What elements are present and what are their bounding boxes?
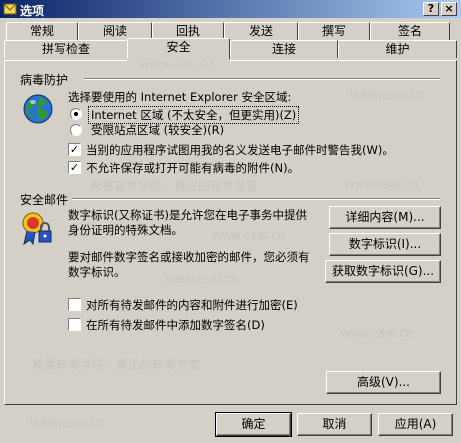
title-bar: 选项 ? × — [0, 0, 461, 18]
close-button[interactable]: × — [441, 2, 457, 16]
get-digital-id-button[interactable]: 获取数字标识(G)... — [325, 260, 441, 283]
tab-compose[interactable]: 撰写 — [298, 22, 370, 40]
virus-protection-heading: 病毒防护 — [20, 73, 69, 87]
restricted-zone-label[interactable]: 受限站点区域 (较安全)(R) — [91, 122, 224, 138]
cancel-button[interactable]: 取消 — [297, 413, 372, 436]
ok-button[interactable]: 确定 — [215, 412, 292, 437]
digital-id-button[interactable]: 数字标识(I)... — [329, 233, 441, 256]
tab-security[interactable]: 安全 — [127, 38, 230, 59]
internet-zone-radio[interactable] — [70, 108, 82, 120]
app-icon — [3, 3, 17, 15]
certificate-icon — [22, 212, 52, 246]
tab-maintenance[interactable]: 维护 — [338, 40, 457, 58]
window-title: 选项 — [20, 4, 45, 18]
warn-send-label[interactable]: 当别的应用程序试图用我的名义发送电子邮件时警告我(W)。 — [86, 142, 394, 158]
details-button[interactable]: 详细内容(M)... — [329, 206, 441, 229]
tab-connection[interactable]: 连接 — [230, 40, 338, 58]
sign-checkbox[interactable] — [68, 318, 81, 331]
help-button[interactable]: ? — [423, 2, 439, 16]
sign-label[interactable]: 在所有待发邮件中添加数字签名(D) — [86, 317, 265, 333]
tab-signatures[interactable]: 签名 — [370, 22, 450, 40]
separator — [84, 78, 440, 80]
tab-send[interactable]: 发送 — [224, 22, 298, 40]
warn-send-checkbox[interactable]: ✓ — [68, 143, 81, 156]
apply-button[interactable]: 应用(A) — [378, 413, 453, 436]
block-attachments-label[interactable]: 不允许保存或打开可能有病毒的附件(N)。 — [86, 160, 299, 176]
secure-mail-heading: 安全邮件 — [20, 193, 69, 207]
zone-prompt: 选择要使用的 Internet Explorer 安全区域: — [68, 90, 292, 104]
digital-id-description: 数字标识(又称证书)是允许您在电子事务中提供 身份证明的特殊文档。 — [68, 208, 307, 237]
sign-encrypt-description: 要对邮件数字签名或接收加密的邮件，您必须有 数字标识。 — [68, 250, 310, 279]
encrypt-checkbox[interactable] — [68, 298, 81, 311]
advanced-button[interactable]: 高级(V)... — [326, 371, 441, 394]
encrypt-label[interactable]: 对所有待发邮件的内容和附件进行加密(E) — [86, 297, 298, 313]
globe-icon — [23, 94, 53, 124]
restricted-zone-radio[interactable] — [70, 124, 82, 136]
tab-general[interactable]: 常规 — [6, 22, 78, 40]
block-attachments-checkbox[interactable]: ✓ — [68, 161, 81, 174]
separator — [72, 198, 440, 200]
watermark: www.csai.cn — [30, 416, 104, 430]
tab-spelling[interactable]: 拼写检查 — [4, 40, 128, 58]
